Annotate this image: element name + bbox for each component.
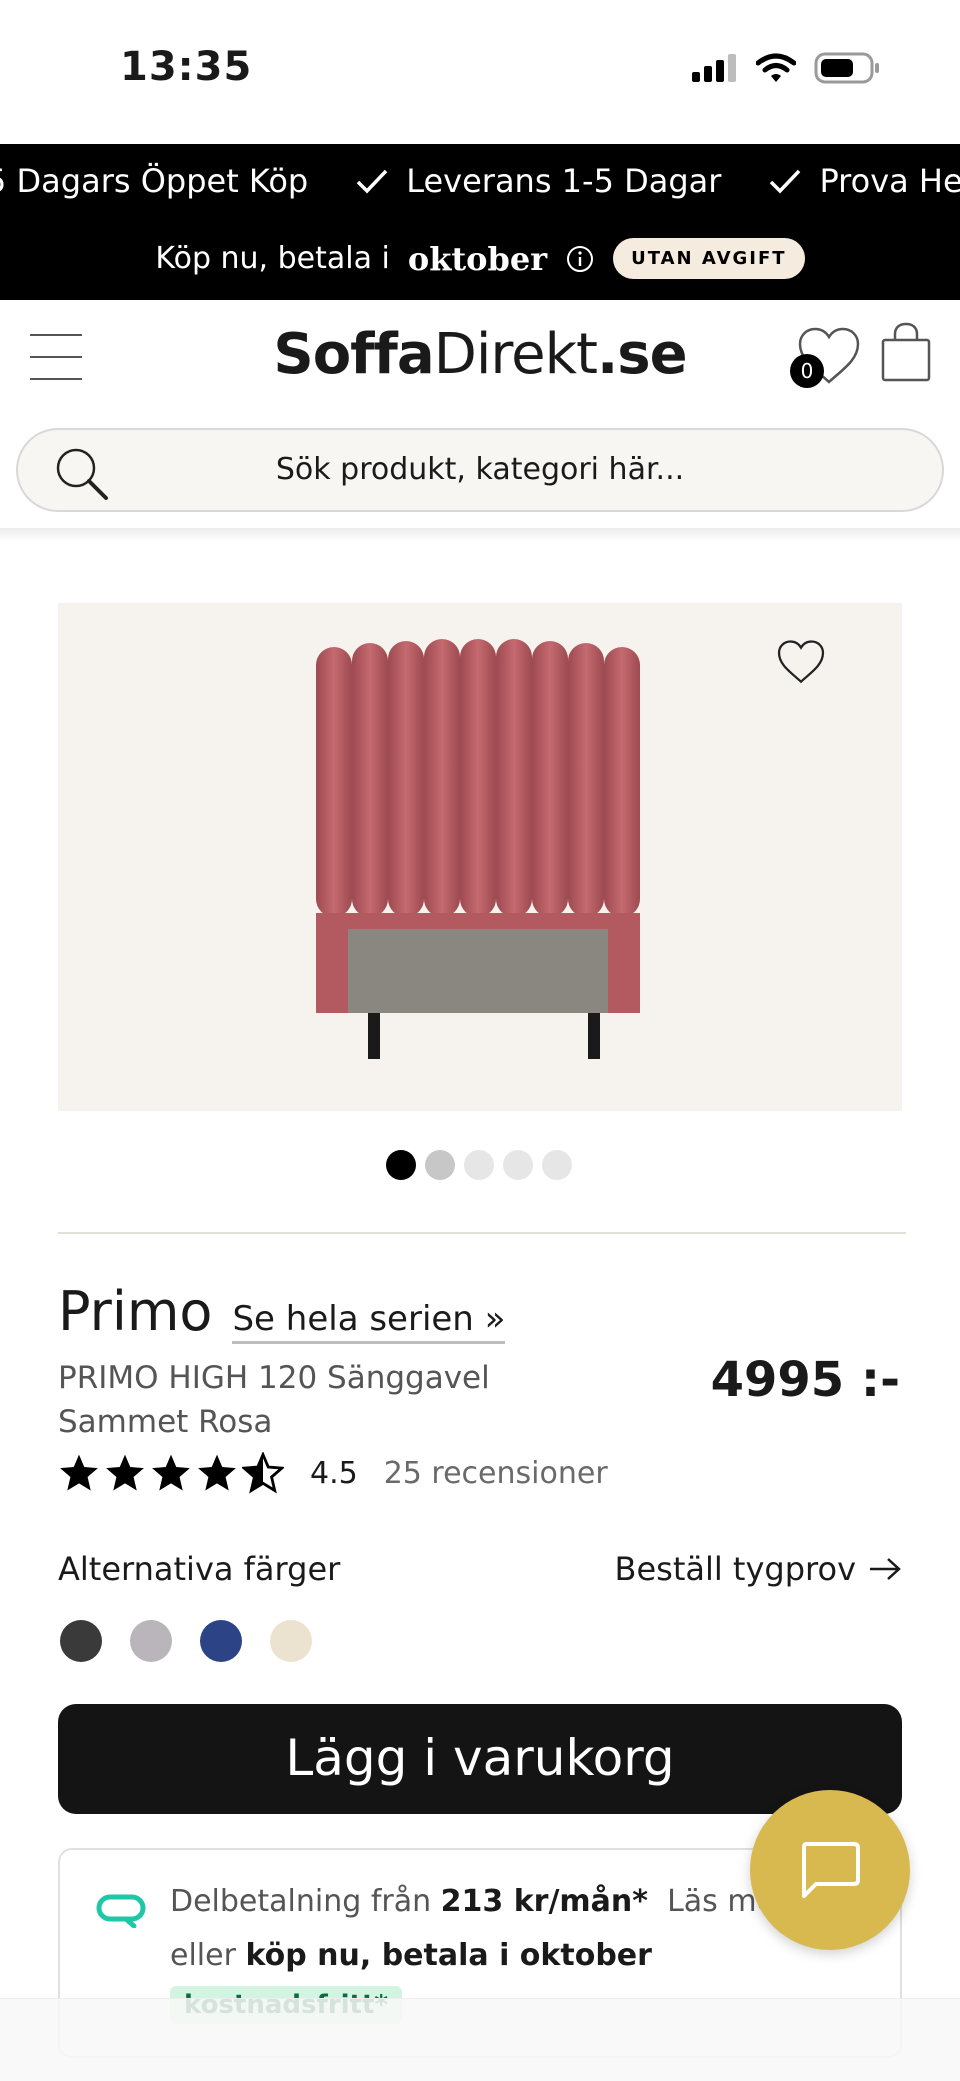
usp-item: Prova Hem xyxy=(769,162,960,200)
wishlist-button[interactable]: 0 xyxy=(790,324,860,394)
info-icon[interactable] xyxy=(565,244,595,274)
cellular-signal-icon xyxy=(692,54,736,82)
klarna-month: oktober xyxy=(407,239,548,278)
shopping-bag-icon xyxy=(881,322,931,382)
star-rating xyxy=(58,1452,284,1494)
star-full-icon xyxy=(60,1454,98,1491)
checkmark-icon xyxy=(770,169,801,194)
no-fee-badge: UTAN AVGIFT xyxy=(613,238,805,279)
bottom-toolbar-overlay xyxy=(0,1998,960,2081)
gallery-dot[interactable] xyxy=(386,1150,416,1180)
battery-icon xyxy=(814,52,879,84)
color-swatch[interactable] xyxy=(60,1620,102,1662)
pay-later-text: eller köp nu, betala i oktober xyxy=(170,1938,652,1973)
payment-provider-logo-icon xyxy=(96,1894,146,1928)
site-header: SoffaDirekt.se 0 xyxy=(0,300,960,420)
gallery-pagination xyxy=(386,1150,572,1180)
add-to-cart-button[interactable]: Lägg i varukorg xyxy=(58,1704,902,1814)
color-swatch[interactable] xyxy=(130,1620,172,1662)
cart-button[interactable] xyxy=(880,322,932,384)
status-time: 13:35 xyxy=(120,44,253,90)
product-name: PRIMO HIGH 120 Sänggavel Sammet Rosa xyxy=(58,1360,490,1440)
rating-value: 4.5 xyxy=(310,1455,358,1491)
series-name: Primo xyxy=(58,1280,213,1343)
color-swatches xyxy=(60,1620,312,1662)
status-icons xyxy=(692,52,880,84)
search-placeholder: Sök produkt, kategori här... xyxy=(275,452,685,487)
color-swatch[interactable] xyxy=(270,1620,312,1662)
star-full-icon xyxy=(106,1454,144,1491)
klarna-promo[interactable]: Köp nu, betala i oktober UTAN AVGIFT xyxy=(0,238,960,279)
gallery-dot[interactable] xyxy=(503,1150,533,1180)
star-half-icon xyxy=(242,1452,284,1494)
divider xyxy=(58,1232,906,1234)
installment-text: Delbetalning från 213 kr/mån* Läs mer xyxy=(170,1884,788,1919)
product-title-row: Primo Se hela serien » xyxy=(58,1280,506,1344)
checkmark-icon xyxy=(356,169,388,194)
header-shadow xyxy=(0,528,960,542)
wishlist-count-badge: 0 xyxy=(790,354,824,388)
star-full-icon xyxy=(198,1454,236,1491)
product-image-gallery[interactable] xyxy=(58,603,902,1111)
usp-item: 5 Dagars Öppet Köp xyxy=(0,162,309,200)
wifi-icon xyxy=(756,53,796,82)
product-price: 4995 :- xyxy=(710,1352,900,1408)
favorite-heart-icon[interactable] xyxy=(776,639,826,685)
promo-bar: 5 Dagars Öppet Köp Leverans 1-5 Dagar Pr… xyxy=(0,144,960,300)
view-series-link[interactable]: Se hela serien » xyxy=(232,1299,506,1344)
alternative-colors-label: Alternativa färger xyxy=(58,1550,341,1588)
gallery-dot[interactable] xyxy=(542,1150,572,1180)
color-swatch[interactable] xyxy=(200,1620,242,1662)
star-full-icon xyxy=(152,1454,190,1491)
chat-bubble-icon xyxy=(802,1842,860,1898)
arrow-right-icon xyxy=(870,1558,901,1580)
usp-item: Leverans 1-5 Dagar xyxy=(356,162,721,200)
gallery-dot[interactable] xyxy=(425,1150,455,1180)
search-input[interactable]: Sök produkt, kategori här... xyxy=(16,428,944,512)
gallery-dot[interactable] xyxy=(464,1150,494,1180)
order-fabric-sample-link[interactable]: Beställ tygprov xyxy=(615,1550,903,1588)
usp-ticker: 5 Dagars Öppet Köp Leverans 1-5 Dagar Pr… xyxy=(0,162,960,200)
installment-amount: 213 kr/mån* xyxy=(440,1884,648,1919)
rating-row[interactable]: 4.5 25 recensioner xyxy=(58,1452,608,1494)
status-bar: 13:35 xyxy=(0,0,960,144)
chat-button[interactable] xyxy=(750,1790,910,1950)
review-count-link[interactable]: 25 recensioner xyxy=(384,1456,608,1491)
